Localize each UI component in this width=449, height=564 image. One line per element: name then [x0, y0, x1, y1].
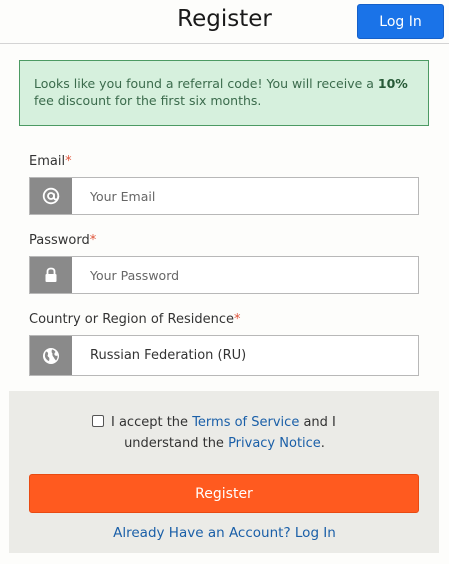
terms-checkbox[interactable] — [92, 415, 104, 427]
required-mark: * — [65, 154, 72, 169]
email-label: Email* — [29, 154, 72, 169]
terms-text-1: I accept the — [111, 415, 193, 430]
required-mark: * — [233, 312, 241, 327]
email-input[interactable]: Your Email — [72, 178, 418, 214]
password-field[interactable]: Your Password — [29, 256, 419, 294]
alert-text-end: fee discount for the first six months. — [34, 93, 262, 108]
page-header: Register Log In — [0, 0, 449, 44]
register-button[interactable]: Register — [29, 474, 419, 513]
terms-line-2: understand the Privacy Notice. — [0, 433, 449, 454]
already-have-account-link[interactable]: Already Have an Account? Log In — [0, 525, 449, 541]
password-label-text: Password — [29, 233, 90, 248]
alert-discount-highlight: 10% — [377, 76, 408, 91]
login-button[interactable]: Log In — [357, 4, 444, 39]
terms-text-3: understand the — [124, 436, 229, 451]
password-input[interactable]: Your Password — [72, 257, 418, 293]
privacy-notice-link[interactable]: Privacy Notice — [228, 436, 321, 451]
country-label: Country or Region of Residence* — [29, 312, 240, 327]
lock-icon — [30, 257, 72, 293]
country-select[interactable]: Russian Federation (RU) — [29, 335, 419, 376]
globe-icon — [30, 336, 72, 375]
country-label-text: Country or Region of Residence — [29, 312, 234, 327]
required-mark: * — [89, 233, 97, 248]
terms-line-1: I accept the Terms of Service and I — [111, 412, 336, 433]
email-label-text: Email — [29, 154, 66, 169]
terms-text-4: . — [320, 436, 325, 451]
terms-of-service-link[interactable]: Terms of Service — [192, 415, 299, 430]
password-label: Password* — [29, 233, 96, 248]
terms-text-2: and I — [299, 415, 336, 430]
alert-text-start: Looks like you found a referral code! Yo… — [34, 76, 378, 91]
at-icon — [30, 178, 72, 214]
email-field[interactable]: Your Email — [29, 177, 419, 215]
country-value[interactable]: Russian Federation (RU) — [72, 336, 418, 375]
referral-alert: Looks like you found a referral code! Yo… — [19, 60, 429, 126]
